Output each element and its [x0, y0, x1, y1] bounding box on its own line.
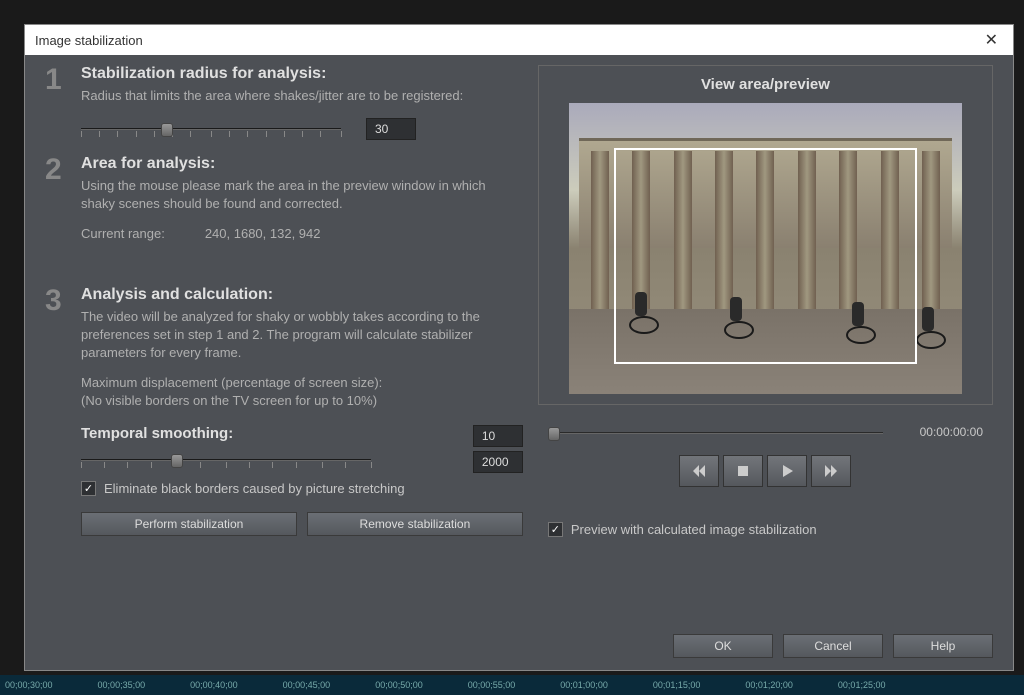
cancel-button[interactable]: Cancel [783, 634, 883, 658]
step-1: 1 Stabilization radius for analysis: Rad… [45, 65, 523, 141]
perform-stabilization-button[interactable]: Perform stabilization [81, 512, 297, 536]
timeline-tick: 00;00;45;00 [283, 680, 331, 690]
preview-stabilization-checkbox[interactable]: ✓ [548, 522, 563, 537]
rewind-icon[interactable] [679, 455, 719, 487]
step1-title: Stabilization radius for analysis: [81, 65, 523, 83]
step3-desc: The video will be analyzed for shaky or … [81, 308, 523, 363]
current-range-value: 240, 1680, 132, 942 [205, 226, 321, 241]
image-stabilization-dialog: Image stabilization ✕ 1 Stabilization ra… [24, 24, 1014, 671]
max-disp-line1: Maximum displacement (percentage of scre… [81, 374, 523, 392]
eliminate-borders-label: Eliminate black borders caused by pictur… [104, 481, 405, 496]
ok-button[interactable]: OK [673, 634, 773, 658]
step-3: 3 Analysis and calculation: The video wi… [45, 286, 523, 536]
timecode: 00:00:00:00 [920, 425, 983, 439]
step-2: 2 Area for analysis: Using the mouse ple… [45, 155, 523, 240]
current-range-label: Current range: [81, 226, 165, 241]
preview-checkbox-label: Preview with calculated image stabilizat… [571, 522, 817, 537]
help-button[interactable]: Help [893, 634, 993, 658]
preview-title: View area/preview [549, 76, 982, 93]
step-number: 1 [45, 65, 65, 141]
timeline-tick: 00;01;20;00 [745, 680, 793, 690]
temporal-max-value[interactable]: 2000 [473, 451, 523, 473]
temporal-value[interactable]: 10 [473, 425, 523, 447]
temporal-slider[interactable] [81, 448, 371, 472]
titlebar: Image stabilization ✕ [25, 25, 1013, 55]
step1-desc: Radius that limits the area where shakes… [81, 87, 523, 105]
forward-icon[interactable] [811, 455, 851, 487]
timeline-tick: 00;00;55;00 [468, 680, 516, 690]
timeline-tick: 00;00;40;00 [190, 680, 238, 690]
selection-rectangle[interactable] [614, 148, 917, 364]
playback-slider[interactable]: 00:00:00:00 [548, 423, 983, 443]
step-number: 3 [45, 286, 65, 536]
timeline-tick: 00;01;15;00 [653, 680, 701, 690]
temporal-title: Temporal smoothing: [81, 425, 453, 442]
timeline-tick: 00;00;50;00 [375, 680, 423, 690]
eliminate-borders-checkbox[interactable]: ✓ [81, 481, 96, 496]
step-number: 2 [45, 155, 65, 240]
timeline-tick: 00;01;00;00 [560, 680, 608, 690]
close-icon[interactable]: ✕ [980, 30, 1003, 50]
step2-title: Area for analysis: [81, 155, 523, 173]
step3-title: Analysis and calculation: [81, 286, 523, 304]
step2-desc: Using the mouse please mark the area in … [81, 177, 523, 213]
radius-value[interactable]: 30 [366, 118, 416, 140]
timeline-ruler: 00;00;30;00 00;00;35;00 00;00;40;00 00;0… [0, 675, 1024, 695]
preview-area: View area/preview [538, 65, 993, 405]
stop-icon[interactable] [723, 455, 763, 487]
timeline-tick: 00;00;30;00 [5, 680, 53, 690]
play-icon[interactable] [767, 455, 807, 487]
remove-stabilization-button[interactable]: Remove stabilization [307, 512, 523, 536]
radius-slider[interactable] [81, 117, 341, 141]
timeline-tick: 00;00;35;00 [98, 680, 146, 690]
dialog-footer: OK Cancel Help [25, 622, 1013, 670]
transport-controls [538, 455, 993, 487]
preview-canvas[interactable] [569, 103, 962, 394]
timeline-tick: 00;01;25;00 [838, 680, 886, 690]
dialog-title: Image stabilization [35, 33, 143, 48]
max-disp-line2: (No visible borders on the TV screen for… [81, 392, 523, 410]
